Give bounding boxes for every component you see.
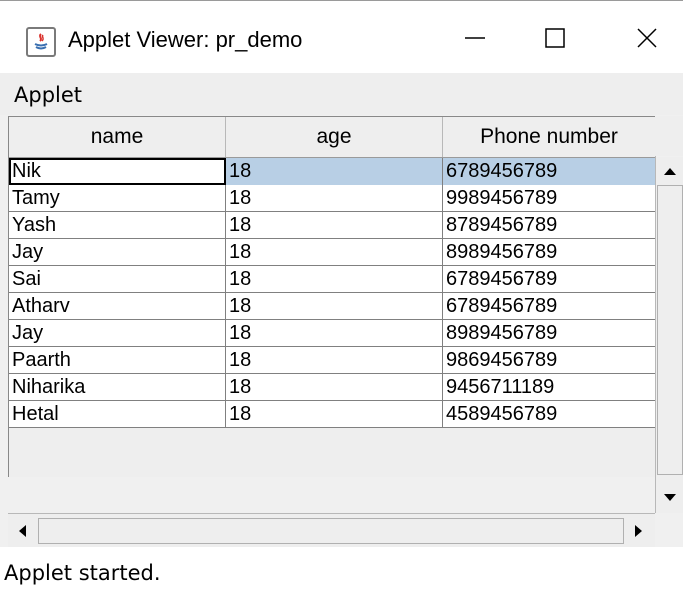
cell-name[interactable]: Niharika bbox=[9, 374, 226, 401]
window-title: Applet Viewer: pr_demo bbox=[68, 27, 303, 52]
cell-phone[interactable]: 9456711189 bbox=[443, 374, 656, 401]
cell-name[interactable]: Atharv bbox=[9, 293, 226, 320]
cell-phone[interactable]: 6789456789 bbox=[443, 293, 656, 320]
cell-name[interactable]: Hetal bbox=[9, 401, 226, 428]
scroll-right-button[interactable] bbox=[625, 518, 651, 544]
cell-age[interactable]: 18 bbox=[226, 266, 443, 293]
cell-age[interactable]: 18 bbox=[226, 347, 443, 374]
arrow-right-icon bbox=[635, 525, 642, 537]
cell-name[interactable]: Yash bbox=[9, 212, 226, 239]
horizontal-scrollbar[interactable] bbox=[8, 513, 655, 547]
java-applet-icon bbox=[26, 27, 56, 57]
menu-applet[interactable]: Applet bbox=[14, 83, 82, 107]
applet-viewer-window: Applet Viewer: pr_demo Applet name age P… bbox=[0, 0, 683, 589]
cell-phone[interactable]: 6789456789 bbox=[443, 266, 656, 293]
cell-phone[interactable]: 8789456789 bbox=[443, 212, 656, 239]
column-header-phone[interactable]: Phone number bbox=[443, 117, 656, 157]
table-row[interactable]: Sai 18 6789456789 bbox=[9, 266, 656, 293]
table-row[interactable]: Jay 18 8989456789 bbox=[9, 320, 656, 347]
cell-phone[interactable]: 9989456789 bbox=[443, 185, 656, 212]
arrow-up-icon bbox=[664, 168, 676, 175]
table-row[interactable]: Yash 18 8789456789 bbox=[9, 212, 656, 239]
table-row[interactable]: Atharv 18 6789456789 bbox=[9, 293, 656, 320]
table-row[interactable]: Niharika 18 9456711189 bbox=[9, 374, 656, 401]
header-corner bbox=[655, 116, 683, 156]
column-header-age[interactable]: age bbox=[226, 117, 443, 157]
close-button[interactable] bbox=[612, 13, 682, 63]
cell-phone[interactable]: 4589456789 bbox=[443, 401, 656, 428]
cell-age[interactable]: 18 bbox=[226, 401, 443, 428]
minimize-button[interactable] bbox=[440, 13, 510, 63]
cell-phone[interactable]: 8989456789 bbox=[443, 239, 656, 266]
scroll-up-button[interactable] bbox=[657, 159, 683, 185]
cell-name[interactable]: Jay bbox=[9, 239, 226, 266]
arrow-left-icon bbox=[19, 525, 26, 537]
table-header: name age Phone number bbox=[9, 117, 656, 158]
table-row[interactable]: Jay 18 8989456789 bbox=[9, 239, 656, 266]
table-row[interactable]: Tamy 18 9989456789 bbox=[9, 185, 656, 212]
table-row[interactable]: Nik 18 6789456789 bbox=[9, 158, 656, 185]
cell-name[interactable]: Paarth bbox=[9, 347, 226, 374]
data-table[interactable]: name age Phone number Nik 18 6789456789 Tam… bbox=[8, 116, 656, 477]
table-row[interactable]: Paarth 18 9869456789 bbox=[9, 347, 656, 374]
table-body: Nik 18 6789456789 Tamy 18 9989456789 Yash 18 878… bbox=[9, 158, 656, 428]
status-bar: Applet started. bbox=[0, 547, 683, 589]
cell-age[interactable]: 18 bbox=[226, 239, 443, 266]
cell-age[interactable]: 18 bbox=[226, 293, 443, 320]
column-header-name[interactable]: name bbox=[9, 117, 226, 157]
minimize-icon bbox=[465, 37, 485, 39]
cell-phone[interactable]: 6789456789 bbox=[443, 158, 656, 185]
scroll-left-button[interactable] bbox=[10, 518, 36, 544]
cell-name[interactable]: Nik bbox=[9, 158, 226, 185]
maximize-button[interactable] bbox=[520, 13, 590, 63]
arrow-down-icon bbox=[664, 494, 676, 501]
scroll-down-button[interactable] bbox=[657, 484, 683, 510]
status-text: Applet started. bbox=[4, 561, 161, 585]
menu-bar: Applet bbox=[0, 73, 683, 115]
close-icon bbox=[637, 28, 657, 48]
cell-name[interactable]: Sai bbox=[9, 266, 226, 293]
cell-phone[interactable]: 8989456789 bbox=[443, 320, 656, 347]
vertical-scroll-thumb[interactable] bbox=[657, 185, 683, 475]
vertical-scrollbar[interactable] bbox=[655, 157, 683, 513]
cell-age[interactable]: 18 bbox=[226, 185, 443, 212]
maximize-icon bbox=[545, 28, 565, 48]
cell-age[interactable]: 18 bbox=[226, 374, 443, 401]
cell-name[interactable]: Jay bbox=[9, 320, 226, 347]
cell-age[interactable]: 18 bbox=[226, 212, 443, 239]
cell-age[interactable]: 18 bbox=[226, 320, 443, 347]
table-empty-area bbox=[9, 428, 656, 477]
horizontal-scroll-thumb[interactable] bbox=[38, 518, 624, 544]
cell-name[interactable]: Tamy bbox=[9, 185, 226, 212]
cell-phone[interactable]: 9869456789 bbox=[443, 347, 656, 374]
table-row[interactable]: Hetal 18 4589456789 bbox=[9, 401, 656, 428]
title-bar[interactable]: Applet Viewer: pr_demo bbox=[0, 1, 683, 73]
cell-age[interactable]: 18 bbox=[226, 158, 443, 185]
